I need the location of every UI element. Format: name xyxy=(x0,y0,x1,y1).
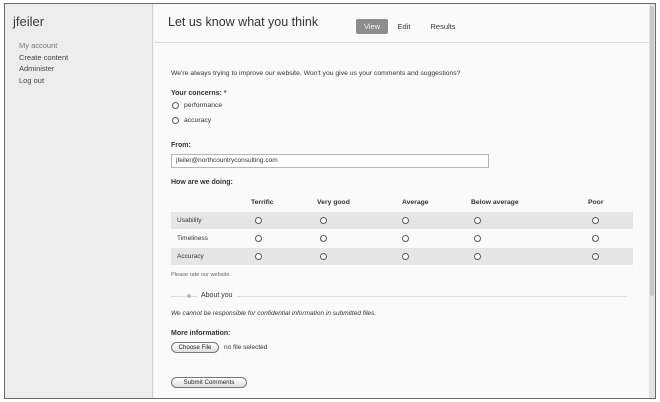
rating-column-below-average: Below average xyxy=(471,199,519,206)
required-marker: * xyxy=(223,90,227,97)
sidebar-nav: My account Create content Administer Log… xyxy=(19,40,68,86)
from-label: From: xyxy=(171,142,191,149)
browser-window: jfeiler My account Create content Admini… xyxy=(4,3,656,399)
page-title: Let us know what you think xyxy=(168,15,319,29)
about-you-divider xyxy=(171,296,627,297)
sidebar-item-administer[interactable]: Administer xyxy=(19,63,68,75)
accuracy-average-radio[interactable] xyxy=(402,253,409,260)
concern-label: Your concerns: * xyxy=(171,90,227,97)
collapse-toggle-icon[interactable] xyxy=(187,294,191,298)
rating-help-text: Please rate our website. xyxy=(171,272,232,278)
disclaimer-text: We cannot be responsible for confidentia… xyxy=(171,310,377,317)
rating-column-terrific: Terrific xyxy=(251,199,274,206)
rating-row-accuracy: Accuracy xyxy=(171,248,633,265)
more-info-label: More information: xyxy=(171,330,231,337)
rating-row-usability: Usability xyxy=(171,212,633,229)
usability-below-average-radio[interactable] xyxy=(474,217,481,224)
usability-poor-radio[interactable] xyxy=(592,217,599,224)
rating-row-label: Accuracy xyxy=(177,253,204,260)
submit-comments-button[interactable]: Submit Comments xyxy=(171,377,247,388)
accuracy-terrific-radio[interactable] xyxy=(255,253,262,260)
site-name[interactable]: jfeiler xyxy=(13,14,44,29)
usability-terrific-radio[interactable] xyxy=(255,217,262,224)
rating-row-timeliness: Timeliness xyxy=(171,230,633,247)
rating-column-poor: Poor xyxy=(588,199,604,206)
timeliness-terrific-radio[interactable] xyxy=(255,235,262,242)
concern-accuracy-label: accuracy xyxy=(184,117,212,124)
tab-view[interactable]: View xyxy=(356,19,388,34)
usability-average-radio[interactable] xyxy=(402,217,409,224)
concern-performance-radio[interactable] xyxy=(172,102,179,109)
sidebar-item-log-out[interactable]: Log out xyxy=(19,75,68,87)
form-intro: We're always trying to improve our websi… xyxy=(171,70,461,77)
timeliness-poor-radio[interactable] xyxy=(592,235,599,242)
concern-accuracy-radio[interactable] xyxy=(172,117,179,124)
vertical-scrollbar[interactable] xyxy=(649,4,655,398)
sidebar-item-create-content[interactable]: Create content xyxy=(19,52,68,64)
rating-label: How are we doing: xyxy=(171,179,233,186)
accuracy-below-average-radio[interactable] xyxy=(474,253,481,260)
timeliness-very-good-radio[interactable] xyxy=(320,235,327,242)
scrollbar-thumb[interactable] xyxy=(650,6,654,296)
accuracy-very-good-radio[interactable] xyxy=(320,253,327,260)
from-email-field[interactable]: jfeiler@northcountryconsulting.com xyxy=(171,154,489,168)
rating-column-very-good: Very good xyxy=(317,199,350,206)
accuracy-poor-radio[interactable] xyxy=(592,253,599,260)
tab-results[interactable]: Results xyxy=(426,19,460,34)
usability-very-good-radio[interactable] xyxy=(320,217,327,224)
rating-column-average: Average xyxy=(402,199,429,206)
sidebar-item-my-account[interactable]: My account xyxy=(19,40,68,52)
timeliness-average-radio[interactable] xyxy=(402,235,409,242)
sidebar: jfeiler My account Create content Admini… xyxy=(5,4,153,398)
concern-label-text: Your concerns: xyxy=(171,90,222,97)
rating-row-label: Usability xyxy=(177,217,202,224)
main-content: Let us know what you think View Edit Res… xyxy=(154,4,655,398)
tab-edit[interactable]: Edit xyxy=(394,19,414,34)
header-divider xyxy=(154,42,655,43)
choose-file-button[interactable]: Choose File xyxy=(171,342,219,353)
timeliness-below-average-radio[interactable] xyxy=(474,235,481,242)
no-file-text: no file selected xyxy=(224,344,268,351)
rating-row-label: Timeliness xyxy=(177,235,208,242)
concern-performance-label: performance xyxy=(184,102,223,109)
about-you-legend[interactable]: About you xyxy=(197,292,237,299)
